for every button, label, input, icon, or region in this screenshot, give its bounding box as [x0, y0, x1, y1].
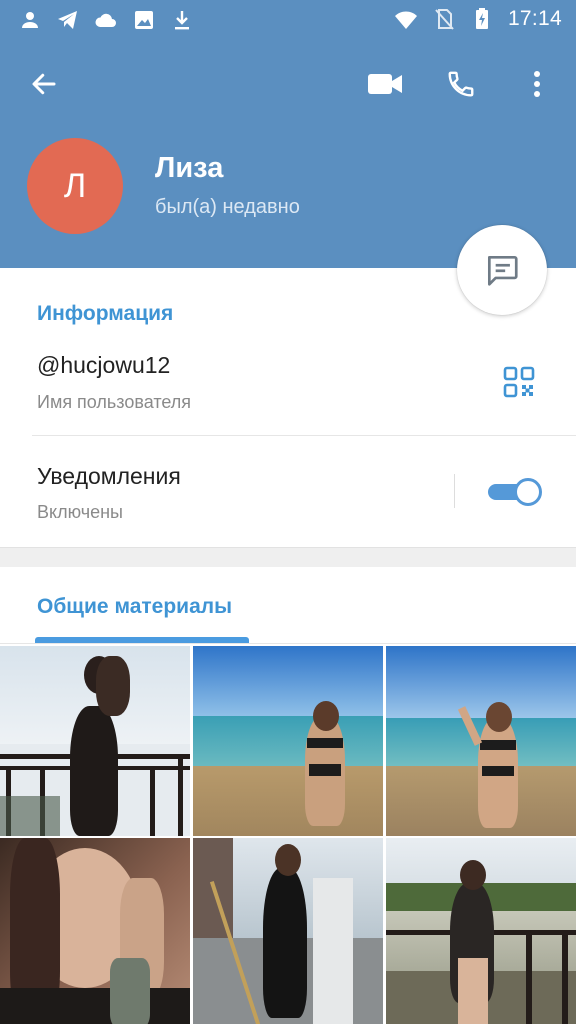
status-time: 17:14: [507, 7, 562, 30]
video-call-button[interactable]: [361, 60, 409, 108]
notifications-label[interactable]: Уведомления: [37, 463, 181, 490]
no-sim-icon: [432, 7, 456, 31]
person-icon: [18, 8, 42, 32]
avatar[interactable]: Л: [27, 138, 123, 234]
qr-code-icon: [503, 366, 535, 398]
media-photo-balcony[interactable]: [0, 646, 190, 836]
status-bar-system: 17:14: [394, 7, 562, 31]
more-options-button[interactable]: [513, 60, 561, 108]
phone-icon: [448, 71, 474, 97]
more-vertical-icon: [534, 71, 540, 97]
status-bar-notifications: [18, 8, 194, 32]
video-call-icon: [368, 74, 402, 94]
tab-bar-divider: [0, 643, 576, 644]
media-photo-beach-1[interactable]: [193, 646, 383, 836]
wifi-icon: [394, 7, 418, 31]
image-icon: [132, 8, 156, 32]
battery-charging-icon: [470, 7, 494, 31]
username-label: Имя пользователя: [37, 392, 192, 412]
media-photo-beach-2[interactable]: [386, 646, 576, 836]
notifications-state: Включены: [37, 502, 123, 522]
arrow-left-icon: [32, 73, 56, 95]
username-value[interactable]: @hucjowu12: [37, 352, 170, 379]
qr-code-button[interactable]: [499, 362, 539, 402]
call-button[interactable]: [437, 60, 485, 108]
cloud-icon: [94, 8, 118, 32]
back-button[interactable]: [20, 60, 68, 108]
media-photo-stairs[interactable]: [193, 838, 383, 1024]
telegram-icon: [56, 8, 80, 32]
message-icon: [487, 255, 518, 286]
profile-name: Лиза: [155, 152, 224, 184]
section-separator: [0, 547, 576, 567]
send-message-button[interactable]: [457, 225, 547, 315]
media-photo-selfie[interactable]: [0, 838, 190, 1024]
notifications-toggle[interactable]: [488, 478, 542, 506]
download-icon: [170, 8, 194, 32]
status-bar: 17:14: [0, 0, 576, 40]
media-photo-lake[interactable]: [386, 838, 576, 1024]
last-seen-status: был(а) недавно: [155, 196, 300, 218]
shared-media-tab[interactable]: Общие материалы: [37, 595, 232, 619]
info-section-title: Информация: [37, 302, 174, 325]
row-divider: [32, 435, 576, 436]
toggle-knob: [514, 478, 542, 506]
vertical-separator: [454, 474, 455, 508]
